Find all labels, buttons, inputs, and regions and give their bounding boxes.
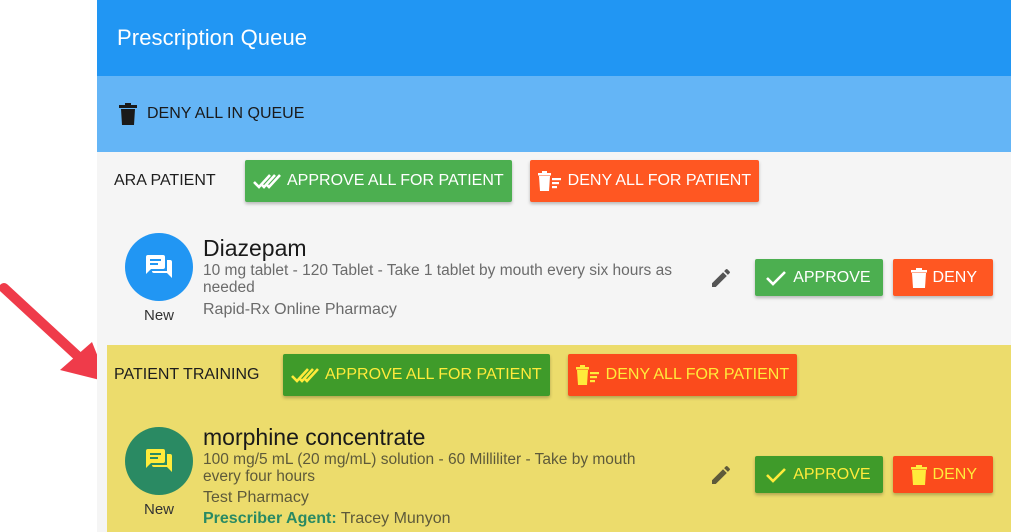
trash-icon (910, 464, 927, 485)
prescriber-agent-name: Tracey Munyon (340, 510, 451, 527)
deny-button[interactable]: DENY (892, 456, 993, 493)
approve-all-label: APPROVE ALL FOR PATIENT (325, 366, 542, 383)
prescription-info: Diazepam 10 mg tablet - 120 Tablet - Tak… (203, 234, 683, 319)
deny-all-label: DENY ALL FOR PATIENT (567, 172, 752, 189)
trash-icon (119, 103, 137, 125)
prescription-avatar-wrap: New (125, 233, 193, 324)
deny-all-in-queue-button[interactable]: DENY ALL IN QUEUE (119, 103, 304, 125)
prescriber-agent-label: Prescriber Agent: (203, 510, 337, 527)
drug-name: Diazepam (203, 235, 307, 261)
prescription-status: New (143, 501, 174, 518)
pencil-icon[interactable] (709, 266, 733, 290)
page-title: Prescription Queue (117, 25, 308, 50)
deny-all-for-patient-button[interactable]: DENY ALL FOR PATIENT (529, 160, 760, 202)
trash-icon (910, 267, 927, 288)
queue-actions-bar: DENY ALL IN QUEUE (97, 76, 1011, 152)
approve-button[interactable]: APPROVE (755, 259, 883, 296)
patient-header: PATIENT TRAINING APPROVE ALL FOR PATIENT… (114, 354, 798, 396)
pharmacy-name: Test Pharmacy (203, 489, 309, 506)
patient-name: ARA PATIENT (114, 172, 216, 189)
chat-bubble-icon (146, 255, 172, 278)
double-check-icon (253, 173, 281, 189)
check-icon (765, 270, 787, 286)
chat-bubble-icon (146, 449, 172, 472)
approve-label: APPROVE (793, 465, 871, 483)
approve-all-label: APPROVE ALL FOR PATIENT (287, 172, 504, 189)
prescription-item: New morphine concentrate 100 mg/5 mL (20… (107, 419, 1011, 529)
avatar (125, 233, 193, 301)
avatar (125, 427, 193, 495)
approve-all-for-patient-button[interactable]: APPROVE ALL FOR PATIENT (245, 160, 512, 202)
annotation-arrow (0, 283, 108, 382)
prescription-actions: APPROVE DENY (709, 259, 993, 296)
patient-name: PATIENT TRAINING (114, 366, 260, 383)
double-check-icon (291, 367, 319, 383)
deny-all-in-queue-label: DENY ALL IN QUEUE (147, 105, 305, 122)
drug-name: morphine concentrate (203, 424, 426, 450)
trash-list-icon (537, 171, 562, 191)
check-icon (765, 467, 787, 483)
approve-all-for-patient-button[interactable]: APPROVE ALL FOR PATIENT (283, 354, 550, 396)
deny-all-label: DENY ALL FOR PATIENT (605, 366, 790, 383)
pencil-icon[interactable] (709, 463, 733, 487)
prescription-actions: APPROVE DENY (709, 456, 993, 493)
drug-detail: 10 mg tablet - 120 Tablet - Take 1 table… (203, 262, 672, 296)
deny-all-for-patient-button[interactable]: DENY ALL FOR PATIENT (567, 354, 798, 396)
deny-button[interactable]: DENY (892, 259, 993, 296)
approve-button[interactable]: APPROVE (755, 456, 883, 493)
prescription-info: morphine concentrate 100 mg/5 mL (20 mg/… (203, 423, 683, 528)
deny-label: DENY (932, 268, 977, 286)
prescription-avatar-wrap: New (125, 427, 193, 518)
pharmacy-name: Rapid-Rx Online Pharmacy (203, 301, 397, 318)
patient-group-ara: ARA PATIENT APPROVE ALL FOR PATIENT DENY… (97, 152, 1011, 345)
toolbar: Prescription Queue (97, 0, 1011, 76)
patient-header: ARA PATIENT APPROVE ALL FOR PATIENT DENY… (114, 160, 760, 202)
prescription-status: New (143, 307, 174, 324)
page: Prescription Queue DENY ALL IN QUEUE ARA… (0, 0, 1011, 532)
prescription-item: New Diazepam 10 mg tablet - 120 Tablet -… (97, 230, 1011, 340)
prescription-queue-panel: Prescription Queue DENY ALL IN QUEUE ARA… (97, 0, 1011, 532)
drug-detail: 100 mg/5 mL (20 mg/mL) solution - 60 Mil… (203, 451, 636, 485)
prescriber-agent: Prescriber Agent: Tracey Munyon (203, 510, 683, 528)
approve-label: APPROVE (793, 268, 871, 286)
trash-list-icon (575, 365, 600, 385)
patient-group-training: PATIENT TRAINING APPROVE ALL FOR PATIENT… (107, 345, 1011, 532)
deny-label: DENY (932, 465, 977, 483)
